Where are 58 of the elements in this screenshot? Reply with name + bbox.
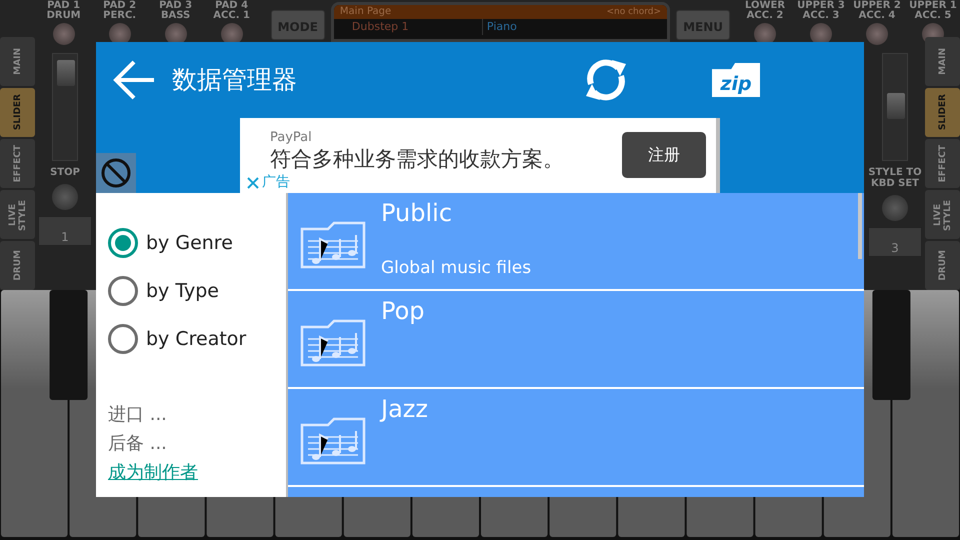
knob[interactable] (882, 195, 908, 221)
filter-option[interactable]: by Type (108, 267, 219, 315)
filter-option[interactable]: by Genre (108, 219, 233, 267)
pad-label: PAD 3 BASS (159, 1, 192, 21)
chord-label: <no chord> (606, 6, 662, 19)
ad-text: 符合多种业务需求的收款方案。 (270, 147, 564, 172)
side-tab[interactable]: MAIN (0, 37, 35, 86)
scrollbar[interactable] (858, 193, 862, 259)
ad-label: 广告 (262, 174, 290, 191)
menu-link[interactable]: 进口 ... (108, 400, 167, 429)
pad-label: PAD 2 PERC. (103, 1, 136, 21)
folder-title: Public (381, 199, 454, 227)
voice-name: Piano (482, 19, 517, 35)
block-button[interactable] (96, 153, 136, 193)
number-button[interactable]: 3 (868, 227, 922, 257)
side-tab[interactable]: LIVE STYLE (0, 190, 35, 239)
display-title: Main Page (340, 5, 392, 19)
creator-link[interactable]: 成为制作者 (108, 458, 198, 487)
side-tab[interactable]: SLIDER (0, 88, 35, 137)
knob[interactable] (866, 23, 888, 45)
zip-button[interactable]: zip (712, 63, 760, 97)
folder-title: Jazz (381, 395, 428, 423)
radio-button[interactable] (108, 276, 138, 306)
folder-row[interactable]: Jazz (288, 389, 864, 485)
pad-label: UPPER 2 ACC. 4 (853, 1, 901, 21)
folder-title: Pop (381, 297, 425, 325)
side-tab[interactable]: EFFECT (0, 139, 35, 188)
folder-subtitle: Global music files (381, 256, 532, 280)
pad-label: UPPER 1 ACC. 5 (909, 1, 957, 21)
menu-link[interactable]: 后备 ... (108, 429, 167, 458)
pad-label: LOWER ACC. 2 (744, 1, 786, 21)
knob[interactable] (52, 184, 78, 210)
side-tab[interactable]: DRUM (0, 241, 35, 290)
slider-thumb[interactable] (887, 93, 905, 119)
side-tab[interactable]: MAIN (925, 37, 960, 86)
block-icon (100, 157, 132, 189)
side-tab[interactable]: DRUM (925, 241, 960, 290)
side-tab[interactable]: SLIDER (925, 88, 960, 137)
side-tab[interactable]: LIVE STYLE (925, 190, 960, 239)
folder-row[interactable]: Pop (288, 291, 864, 387)
signup-button[interactable]: 注册 (622, 132, 706, 178)
dialog-title: 数据管理器 (172, 64, 298, 96)
pad-label: PAD 1 DRUM (46, 1, 81, 21)
knob-label: STYLE TO KBD SET (867, 167, 923, 189)
style-name: Dubstep 1 (352, 19, 410, 35)
side-tab[interactable]: EFFECT (925, 139, 960, 188)
radio-button[interactable] (108, 324, 138, 354)
knob-label: STOP (50, 167, 80, 178)
number-button[interactable]: 1 (38, 216, 92, 246)
radio-button[interactable] (108, 228, 138, 258)
pad-label: PAD 4 ACC. 1 (213, 1, 250, 21)
slider-thumb[interactable] (57, 60, 75, 86)
pad-label: UPPER 3 ACC. 3 (797, 1, 845, 21)
filter-option[interactable]: by Creator (108, 315, 246, 363)
knob[interactable] (52, 23, 75, 45)
close-icon[interactable] (246, 176, 260, 190)
folder-row[interactable]: Public Global music files (288, 193, 864, 289)
ad-brand: PayPal (270, 130, 312, 146)
